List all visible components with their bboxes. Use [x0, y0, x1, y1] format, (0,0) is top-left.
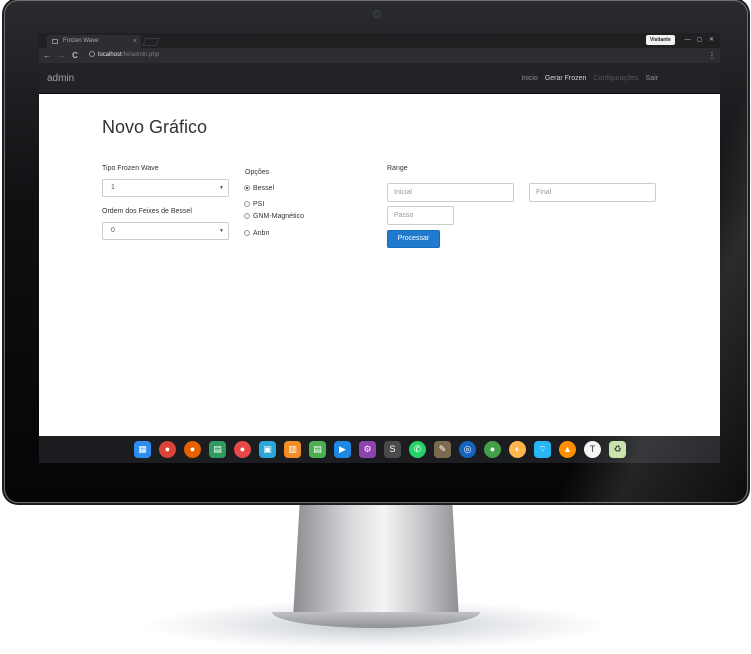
forward-icon[interactable]: →	[55, 48, 67, 63]
range-label: Range	[387, 165, 408, 172]
app-navbar: admin Inicio Gerar Frozen Configurações …	[39, 63, 720, 94]
radio-label: Bessel	[253, 185, 275, 192]
vlc-icon[interactable]: ▲	[559, 441, 576, 458]
gimp-icon[interactable]: ✎	[434, 441, 451, 458]
navbar-brand[interactable]: admin	[47, 63, 74, 94]
sublime-icon[interactable]: S	[384, 441, 401, 458]
file-manager-icon[interactable]: ▤	[309, 441, 326, 458]
minimize-icon[interactable]: —	[682, 35, 693, 45]
chevron-down-icon: ▼	[219, 185, 224, 191]
monitor-bezel: Frozen Wave × Visitante — ◻ ✕ ← → C loca…	[4, 0, 748, 503]
settings-icon[interactable]: ⚙	[359, 441, 376, 458]
ordem-label: Ordem dos Feixes de Bessel	[102, 208, 192, 215]
record-icon[interactable]: ●	[234, 441, 251, 458]
close-window-icon[interactable]: ✕	[706, 35, 717, 45]
browser-menu-icon[interactable]: ⋮	[708, 48, 716, 63]
desktop-scene: Frozen Wave × Visitante — ◻ ✕ ← → C loca…	[0, 0, 751, 654]
page-title: Novo Gráfico	[102, 117, 208, 137]
browser-tab[interactable]: Frozen Wave ×	[47, 35, 141, 48]
inicial-input[interactable]: Inicial	[387, 183, 514, 202]
firefox-icon[interactable]: ●	[184, 441, 201, 458]
radio-psi[interactable]: PSI	[244, 200, 264, 209]
nav-link-gerar-frozen[interactable]: Gerar Frozen	[545, 63, 587, 94]
webcam	[374, 11, 380, 17]
inkscape-icon[interactable]: ◎	[459, 441, 476, 458]
app-grid-icon[interactable]: ▦	[134, 441, 151, 458]
android-studio-icon[interactable]: ●	[484, 441, 501, 458]
tipo-label: Tipo Frozen Wave	[102, 165, 159, 172]
chrome-icon[interactable]: ●	[159, 441, 176, 458]
final-input[interactable]: Final	[529, 183, 656, 202]
whatsapp-icon[interactable]: ✆	[409, 441, 426, 458]
radio-icon[interactable]	[244, 201, 250, 207]
store-icon[interactable]: ▣	[259, 441, 276, 458]
tipo-select[interactable]: 1 ▼	[102, 179, 229, 197]
radio-label: GNM-Magnético	[253, 213, 304, 220]
archive-icon[interactable]: ▥	[284, 441, 301, 458]
browser-toolbar: ← → C localhost/fw/admin.php ⋮	[39, 48, 720, 63]
info-icon[interactable]	[89, 51, 95, 57]
video-player-icon[interactable]: ▶	[334, 441, 351, 458]
new-tab-button[interactable]	[142, 38, 160, 46]
radio-anbn[interactable]: Anbn	[244, 229, 269, 238]
ordem-value: 0	[111, 227, 115, 234]
profile-badge[interactable]: Visitante	[646, 35, 675, 45]
chevron-down-icon: ▼	[219, 228, 224, 234]
passo-input[interactable]: Passo	[387, 206, 454, 225]
maximize-icon[interactable]: ◻	[694, 35, 705, 45]
radio-bessel[interactable]: Bessel	[244, 184, 274, 193]
nav-link-sair[interactable]: Sair	[646, 63, 658, 94]
address-bar[interactable]: localhost/fw/admin.php	[89, 50, 159, 61]
trash-icon[interactable]: ♻	[609, 441, 626, 458]
radio-checked-icon[interactable]	[244, 185, 250, 191]
reload-icon[interactable]: C	[69, 48, 81, 63]
opcoes-label: Opções	[245, 169, 270, 176]
radio-icon[interactable]	[244, 230, 250, 236]
processar-button[interactable]: Processar	[387, 230, 440, 248]
radio-gnm-magnetico[interactable]: GNM-Magnético	[244, 212, 304, 221]
url-path: /fw/admin.php	[121, 52, 160, 58]
page-icon	[52, 39, 58, 44]
radio-label: PSI	[253, 201, 265, 208]
monitor-stand	[293, 503, 459, 619]
scanner-icon[interactable]: ◐	[509, 441, 526, 458]
screen: Frozen Wave × Visitante — ◻ ✕ ← → C loca…	[39, 33, 720, 463]
back-icon[interactable]: ←	[41, 48, 53, 63]
wifi-icon[interactable]: ⌔	[534, 441, 551, 458]
dock-items: ▦ ● ● ▤ ● ▣ ▥ ▤ ▶ ⚙ S ✆ ✎ ◎ ● ◐ ⌔ ▲ T ♻	[134, 441, 626, 458]
radio-label: Anbn	[253, 230, 270, 237]
url-host: localhost	[98, 52, 122, 58]
nav-link-inicio[interactable]: Inicio	[521, 63, 537, 94]
terminal-icon[interactable]: ▤	[209, 441, 226, 458]
tex-icon[interactable]: T	[584, 441, 601, 458]
tab-title: Frozen Wave	[63, 38, 99, 44]
browser-tab-bar: Frozen Wave × Visitante — ◻ ✕	[39, 33, 720, 48]
dock: ▦ ● ● ▤ ● ▣ ▥ ▤ ▶ ⚙ S ✆ ✎ ◎ ● ◐ ⌔ ▲ T ♻	[39, 436, 720, 463]
tipo-value: 1	[111, 184, 115, 191]
close-tab-icon[interactable]: ×	[133, 35, 137, 48]
navbar-links: Inicio Gerar Frozen Configurações Sair	[521, 63, 658, 94]
ordem-select[interactable]: 0 ▼	[102, 222, 229, 240]
nav-link-configuracoes[interactable]: Configurações	[593, 63, 638, 94]
radio-icon[interactable]	[244, 213, 250, 219]
